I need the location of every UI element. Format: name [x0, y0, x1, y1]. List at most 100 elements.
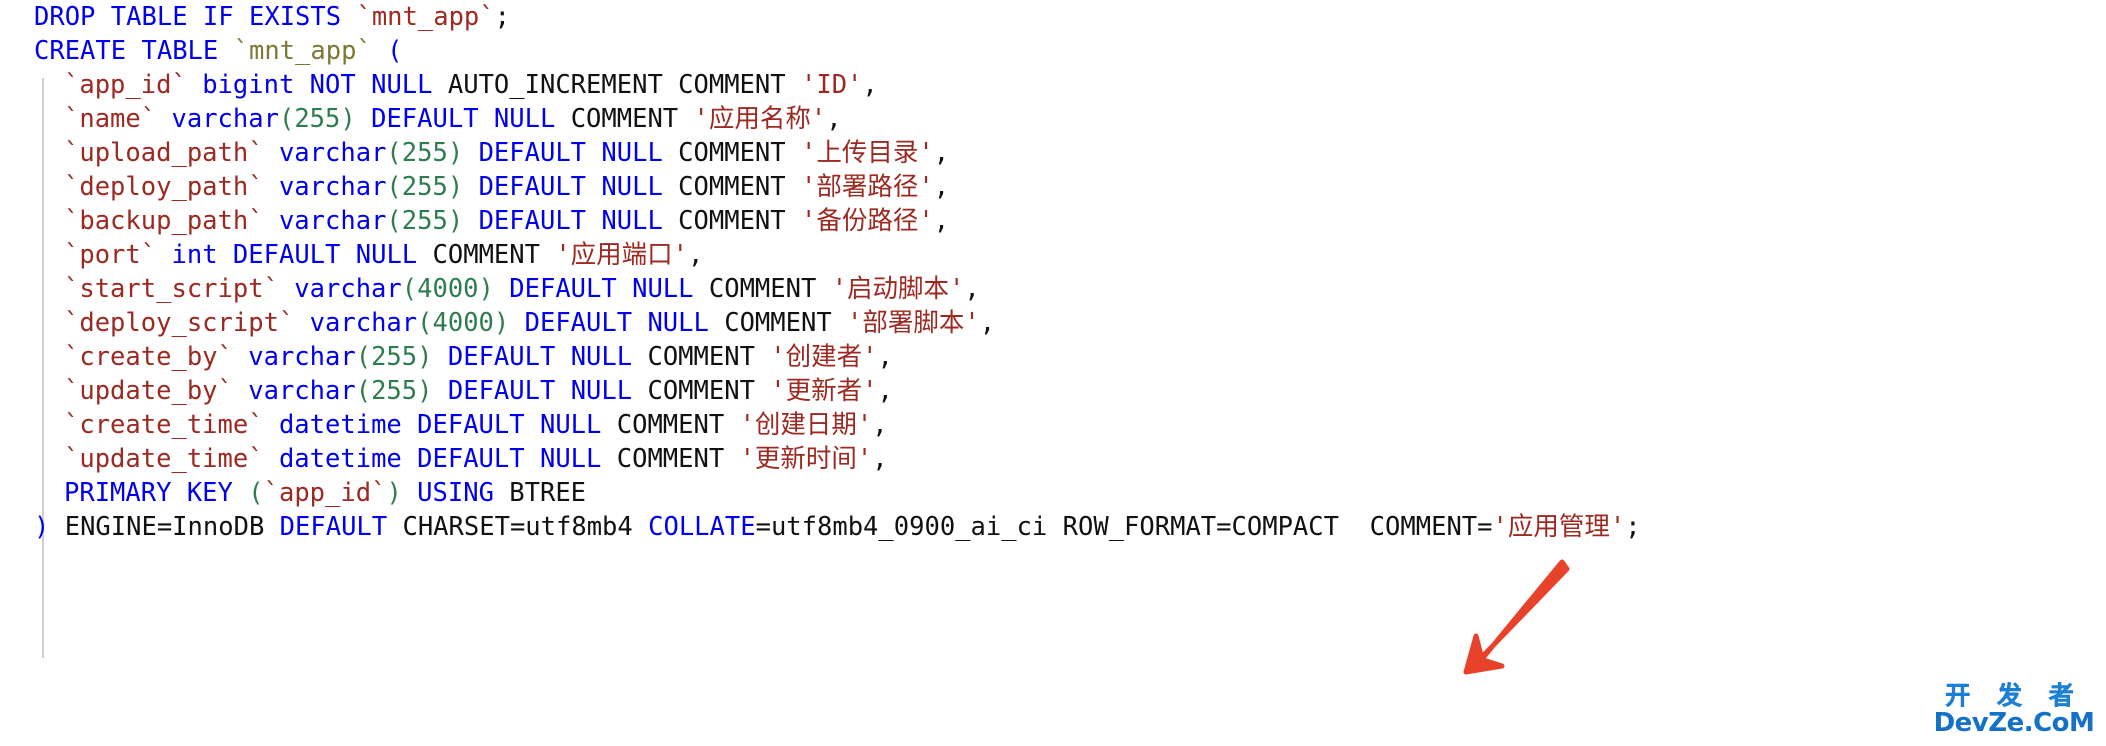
token-kw: varchar [248, 342, 356, 372]
token-kw: USING [417, 478, 494, 508]
token-kw: varchar [278, 138, 387, 168]
token-kw: NULL [601, 172, 663, 202]
line-8-col-port[interactable]: `port` int DEFAULT NULL COMMENT '应用端口', [0, 238, 2106, 272]
token-punc: , [862, 70, 878, 100]
token-punc: ; [1625, 512, 1641, 542]
line-10-col-deploy-script[interactable]: `deploy_script` varchar(4000) DEFAULT NU… [0, 306, 2106, 340]
token-plain: COMMENT [417, 240, 556, 270]
line-16-table-options[interactable]: ) ENGINE=InnoDB DEFAULT CHARSET=utf8mb4 … [0, 510, 2106, 544]
token-ident: `name` [64, 104, 157, 134]
token-tblname: `mnt_app` [233, 36, 372, 66]
token-ident: `app_id` [64, 70, 187, 100]
token-punc: , [933, 172, 950, 202]
token-kw: datetime [278, 410, 402, 440]
token-plain: COMMENT [693, 274, 832, 304]
token-str: '备份路径' [800, 206, 934, 236]
token-kw: DEFAULT [279, 512, 388, 542]
token-num: 255 [371, 376, 418, 406]
token-kw: varchar [171, 104, 279, 134]
token-num: 255 [371, 342, 418, 372]
token-ident: `start_script` [64, 274, 279, 304]
token-kw: NULL [570, 342, 633, 372]
token-paren: ) [478, 274, 494, 304]
line-9-col-start-script[interactable]: `start_script` varchar(4000) DEFAULT NUL… [0, 272, 2106, 306]
token-str: '应用名称' [693, 104, 827, 134]
line-14-col-update-time[interactable]: `update_time` datetime DEFAULT NULL COMM… [0, 442, 2106, 476]
line-15-primary-key[interactable]: PRIMARY KEY (`app_id`) USING BTREE [0, 476, 2106, 510]
line-4-col-name[interactable]: `name` varchar(255) DEFAULT NULL COMMENT… [0, 102, 2106, 136]
token-str: '应用管理' [1492, 512, 1626, 542]
token-str: '更新时间' [739, 444, 873, 474]
token-punc: , [877, 342, 893, 372]
token-kw: DEFAULT [371, 104, 479, 134]
line-3-col-app-id[interactable]: `app_id` bigint NOT NULL AUTO_INCREMENT … [0, 68, 2106, 102]
token-ident: `update_by` [64, 376, 233, 406]
token-punc: , [872, 410, 888, 440]
token-paren: ( [355, 376, 372, 406]
line-7-col-backup-path[interactable]: `backup_path` varchar(255) DEFAULT NULL … [0, 204, 2106, 238]
token-kw: DEFAULT [478, 206, 587, 236]
token-kw: DEFAULT [478, 138, 587, 168]
token-paren: ( [278, 104, 295, 134]
token-num: 255 [401, 172, 448, 202]
token-paren: ) [447, 172, 464, 202]
token-kw: NULL [570, 376, 633, 406]
token-kw: NULL [632, 274, 694, 304]
token-punc: , [979, 308, 996, 338]
token-paren: ( [417, 308, 433, 338]
token-punc: , [872, 444, 888, 474]
token-num: 255 [294, 104, 341, 134]
token-kw: CREATE [34, 36, 127, 66]
line-6-col-deploy-path[interactable]: `deploy_path` varchar(255) DEFAULT NULL … [0, 170, 2106, 204]
token-plain: AUTO_INCREMENT COMMENT [432, 70, 801, 100]
site-watermark: 开 发 者 DevZe.CoM [1930, 682, 2098, 744]
token-paren: ( [386, 138, 402, 168]
token-kw: NULL [355, 240, 418, 270]
line-13-col-create-time[interactable]: `create_time` datetime DEFAULT NULL COMM… [0, 408, 2106, 442]
token-kw: NULL [601, 138, 663, 168]
token-paren: ) [447, 206, 464, 236]
token-str: '创建者' [770, 342, 878, 372]
token-kw: DEFAULT [447, 342, 556, 372]
token-kw: NOT [309, 70, 356, 100]
token-paren: ( [386, 206, 402, 236]
line-1-drop-table[interactable]: DROP TABLE IF EXISTS `mnt_app`; [0, 0, 2106, 34]
code-viewer: DROP TABLE IF EXISTS `mnt_app`; CREATE TA… [0, 0, 2106, 746]
token-kw: varchar [278, 172, 387, 202]
line-5-col-upload-path[interactable]: `upload_path` varchar(255) DEFAULT NULL … [0, 136, 2106, 170]
token-plain: COMMENT [601, 410, 740, 440]
token-plain: COMMENT [662, 172, 801, 202]
sql-code-block[interactable]: DROP TABLE IF EXISTS `mnt_app`; CREATE TA… [0, 0, 2106, 746]
token-paren: ) [447, 138, 464, 168]
token-kw: COLLATE [648, 512, 756, 542]
line-11-col-create-by[interactable]: `create_by` varchar(255) DEFAULT NULL CO… [0, 340, 2106, 374]
token-str: '更新者' [770, 376, 878, 406]
token-kw: TABLE [141, 36, 219, 66]
line-2-create-table[interactable]: CREATE TABLE `mnt_app` ( [0, 34, 2106, 68]
token-paren: ) [417, 342, 433, 372]
token-str: '应用端口' [555, 240, 689, 270]
token-plain: COMMENT [632, 376, 771, 406]
line-12-col-update-by[interactable]: `update_by` varchar(255) DEFAULT NULL CO… [0, 374, 2106, 408]
token-punc: , [964, 274, 980, 304]
